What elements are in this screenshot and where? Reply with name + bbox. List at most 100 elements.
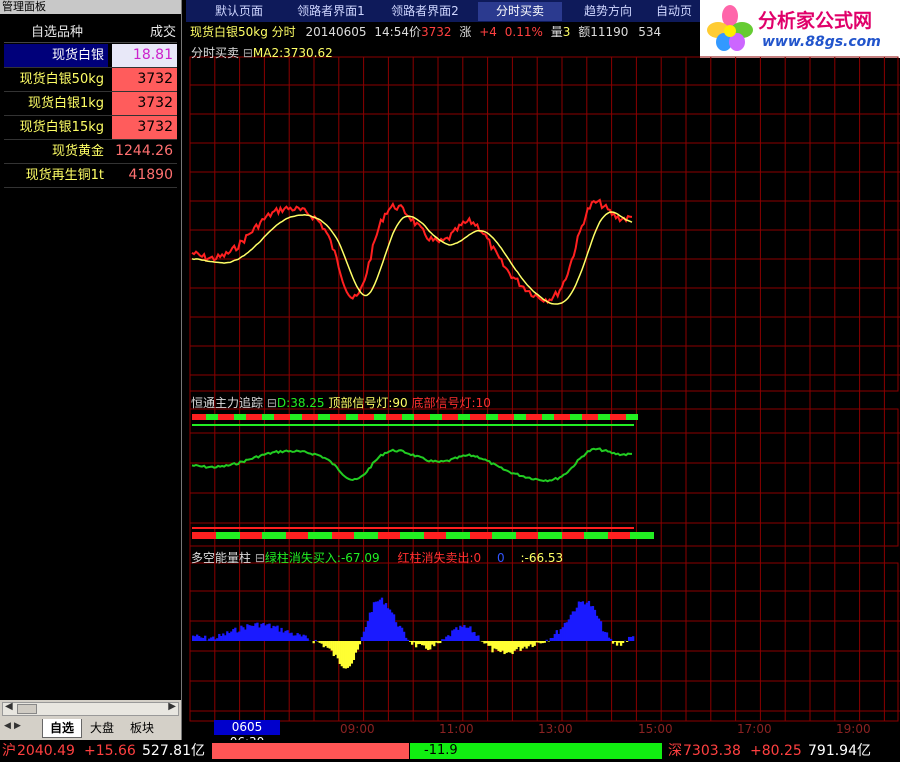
energy-bar-negative [356,641,360,650]
energy-bar-negative [350,641,354,664]
energy-bar-positive [563,622,566,641]
energy-bar-positive [599,621,603,641]
energy-bar-positive [475,635,478,641]
bottom-signal-segment [308,532,332,539]
bottom-signal-segment [630,532,654,539]
energy-bar-positive [246,624,249,641]
energy-bar-negative [497,641,500,651]
energy-bar-positive [601,631,605,641]
energy-bar-positive [465,627,468,641]
energy-bar-positive [264,625,267,641]
energy-bar-positive [366,621,370,641]
energy-bar-positive [306,638,309,641]
energy-bar-negative [410,641,414,645]
energy-bar-negative [421,641,424,646]
energy-bar-positive [274,626,277,641]
tab-sector[interactable]: 板块 [124,719,160,737]
tab-auto-page[interactable]: 自动页 [656,2,706,21]
energy-bar-negative [491,641,494,653]
header-price[interactable]: 成交 [112,21,176,40]
energy-bar-negative [531,641,534,648]
quote-time: 14:54 [374,25,409,39]
top-signal-segment [262,414,274,420]
watchlist-row[interactable]: 现货白银1kg 3732 [4,92,177,116]
energy-bar-positive [304,635,307,641]
energy-bar-positive [459,625,462,641]
energy-bar-positive [258,627,261,641]
tab-next-icon[interactable]: ▶ [14,721,21,731]
energy-bar-positive [276,625,279,641]
energy-bar-positive [252,625,255,641]
energy-bar-positive [553,634,556,641]
energy-bar-positive [583,604,587,641]
row-price: 41890 [128,167,173,183]
top-signal-segment [626,414,638,420]
energy-bar-positive [294,635,297,641]
energy-bar-positive [248,625,251,641]
energy-bar-positive [208,638,211,641]
watchlist-row[interactable]: 现货白银 18.81 [4,44,177,68]
energy-bar-positive [445,636,448,641]
tab-watchlist[interactable]: 自选 [42,719,82,738]
tab-default-page[interactable]: 默认页面 [196,2,282,21]
row-name: 现货白银50kg [19,72,104,87]
energy-bar-positive [212,636,215,641]
energy-bar-negative [320,641,323,644]
energy-bar-positive [300,636,303,641]
tab-market[interactable]: 大盘 [84,719,120,737]
energy-bar-negative [417,641,420,645]
energy-bar-negative [326,641,329,648]
tab-leader-1[interactable]: 领路者界面1 [286,2,376,21]
row-name: 现货再生铜1t [25,168,104,183]
energy-bar-negative [324,641,327,647]
bottom-signal-segment [354,532,378,539]
watchlist-row[interactable]: 现货白银50kg 3732 [4,68,177,92]
tab-prev-icon[interactable]: ◀ [4,721,11,731]
energy-bar-positive [368,612,372,641]
energy-bar-positive [374,601,378,641]
energy-bar-negative [625,641,629,642]
energy-bar-positive [192,635,195,641]
energy-bar-negative [334,641,337,655]
tab-leader-2[interactable]: 领路者界面2 [380,2,470,21]
energy-bar-positive [404,637,408,641]
energy-bar-positive [467,627,470,641]
horizontal-scrollbar[interactable]: ◀ ▶ [2,701,179,716]
energy-bar-negative [507,641,510,653]
energy-bar-negative [437,641,440,644]
energy-bar-positive [567,619,571,641]
timeshare-chart[interactable] [186,41,900,740]
quote-price: 3732 [421,25,452,39]
top-signal-segment [458,414,470,420]
scroll-right-icon[interactable]: ▶ [168,701,176,712]
energy-bar-negative [539,641,542,644]
watchlist-row[interactable]: 现货黄金 1244.26 [4,140,177,164]
tab-timeshare-trade[interactable]: 分时买卖 [478,2,562,21]
watchlist-row[interactable]: 现货白银15kg 3732 [4,116,177,140]
energy-bar-positive [557,633,560,641]
collapse-icon[interactable]: ⊟ [267,396,277,410]
change-label: 涨 [459,25,472,39]
pane2-title: 恒通主力追踪 [191,396,264,410]
header-name[interactable]: 自选品种 [4,21,110,40]
top-signal: 顶部信号灯:90 [328,396,408,410]
energy-bar-positive [473,632,476,641]
energy-bar-negative [318,641,321,643]
scroll-left-icon[interactable]: ◀ [5,701,13,712]
scrollbar-thumb[interactable] [17,704,37,714]
tab-trend-direction[interactable]: 趋势方向 [566,2,650,21]
energy-bar-positive [595,615,599,641]
energy-bar-positive [565,622,568,641]
sz-change: +80.25 [750,743,802,759]
ma2-value: MA2:3730.62 [252,46,333,60]
energy-bar-positive [196,634,199,641]
energy-bar-negative [429,641,432,650]
collapse-icon[interactable]: ⊟ [243,46,253,60]
fall-bar: -11.9 [410,743,662,759]
watchlist-row[interactable]: 现货再生铜1t 41890 [4,164,177,188]
energy-bar-positive [238,631,241,641]
collapse-icon[interactable]: ⊟ [255,551,265,565]
energy-bar-positive [250,625,253,641]
energy-bar-positive [296,633,299,641]
watchlist-panel: 管理面板 自选品种 成交 现货白银 18.81 现货白银50kg 3732 现货… [0,0,182,740]
